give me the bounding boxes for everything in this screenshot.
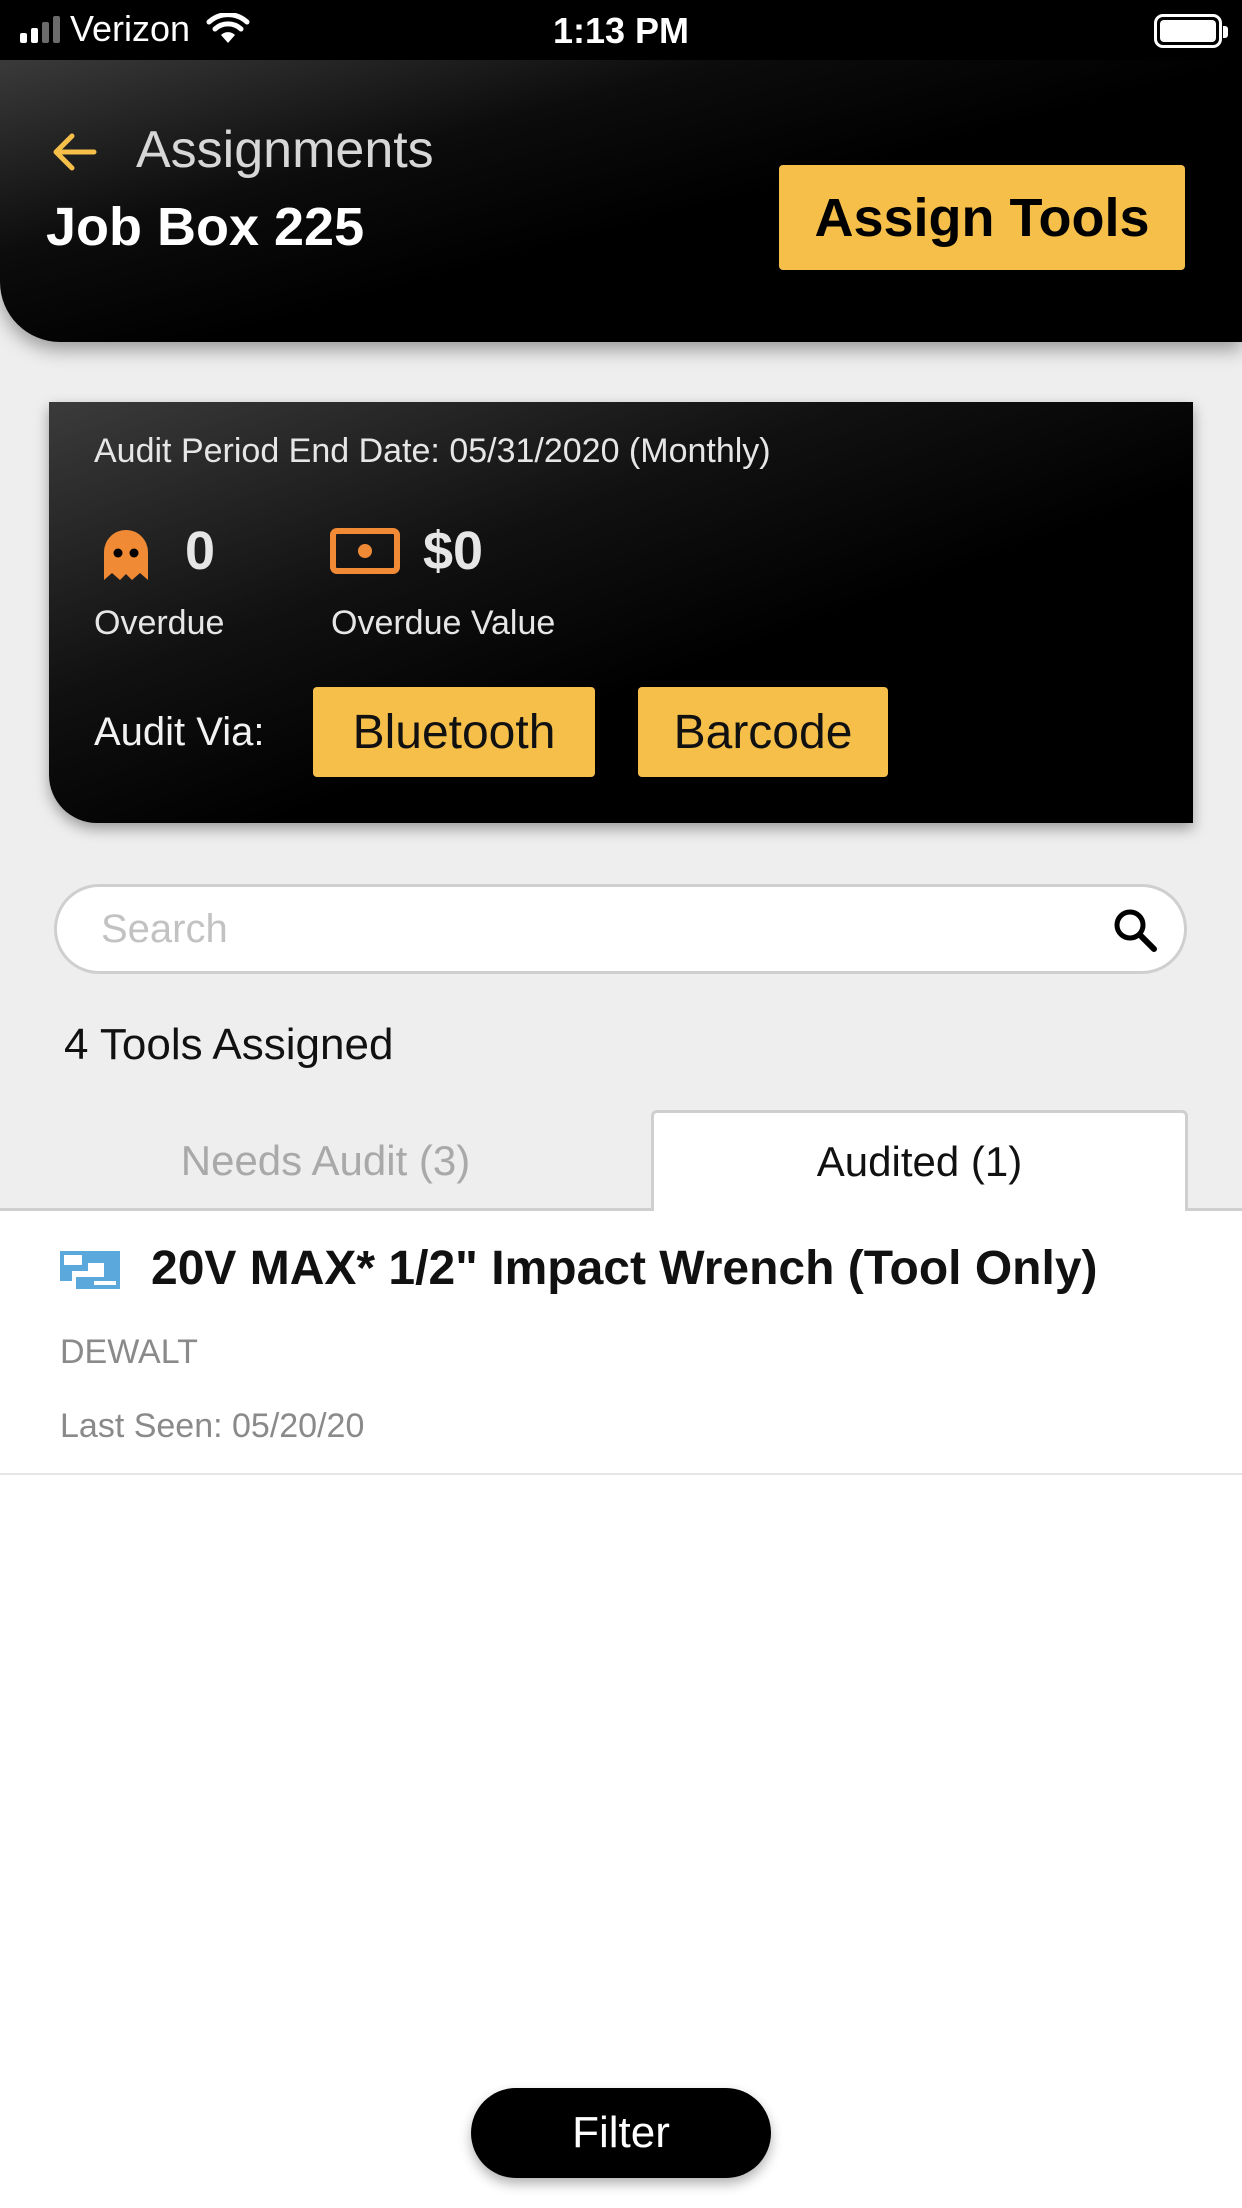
back-link-label[interactable]: Assignments (136, 120, 434, 180)
money-icon (330, 528, 400, 574)
list-item[interactable]: 20V MAX* 1/2" Impact Wrench (Tool Only) … (0, 1211, 1242, 1475)
search-icon[interactable] (1112, 907, 1158, 953)
status-bar: Verizon 1:13 PM (0, 0, 1242, 60)
overdue-value: $0 (423, 521, 484, 581)
tool-last-seen: Last Seen: 05/20/20 (60, 1407, 365, 1445)
audit-summary-card: Audit Period End Date: 05/31/2020 (Month… (49, 402, 1193, 823)
battery-icon (1154, 14, 1228, 48)
audit-period-text: Audit Period End Date: 05/31/2020 (Month… (94, 432, 771, 470)
clock: 1:13 PM (552, 10, 690, 51)
back-arrow-icon[interactable] (50, 128, 98, 176)
search-bar (54, 884, 1187, 974)
barcode-audit-button[interactable]: Barcode (638, 687, 888, 777)
overdue-value-label: Overdue Value (331, 604, 556, 642)
page-title: Job Box 225 (46, 197, 365, 257)
ghost-icon (104, 530, 148, 580)
tool-tag-icon (60, 1251, 120, 1289)
header: Assignments Job Box 225 Assign Tools (0, 60, 1242, 342)
bluetooth-audit-button[interactable]: Bluetooth (313, 687, 595, 777)
tool-brand: DEWALT (60, 1333, 198, 1371)
overdue-count: 0 (185, 521, 216, 581)
assign-tools-button[interactable]: Assign Tools (779, 165, 1185, 270)
tools-assigned-count: 4 Tools Assigned (64, 1020, 394, 1069)
search-input[interactable] (101, 901, 1061, 957)
tab-audited[interactable]: Audited (1) (651, 1110, 1188, 1211)
filter-button[interactable]: Filter (471, 2088, 771, 2178)
tool-name: 20V MAX* 1/2" Impact Wrench (Tool Only) (151, 1242, 1098, 1295)
audit-via-label: Audit Via: (94, 710, 265, 754)
overdue-label: Overdue (94, 604, 225, 642)
tab-needs-audit[interactable]: Needs Audit (3) (0, 1110, 651, 1211)
